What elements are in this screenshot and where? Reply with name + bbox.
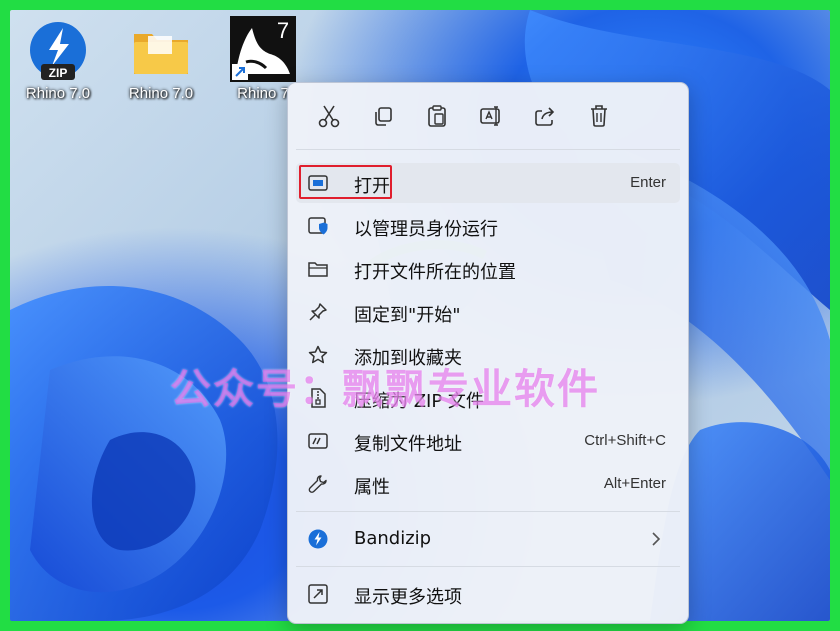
desktop-icon-label: Rhino 7.0 xyxy=(128,85,194,102)
menu-item-label: 打开 xyxy=(354,176,390,197)
menu-item-bandizip[interactable]: Bandizip xyxy=(296,519,680,559)
desktop-icon-rhino-folder[interactable]: Rhino 7.0 xyxy=(115,20,207,102)
menu-item-label: 以管理员身份运行 xyxy=(354,219,498,240)
open-window-icon xyxy=(308,175,328,191)
bandizip-icon xyxy=(308,529,328,549)
separator xyxy=(296,511,680,512)
desktop-icon-label: Rhino 7.0 xyxy=(25,85,91,102)
rename-icon xyxy=(480,106,500,126)
context-menu: 打开 Enter 以管理员身份运行 打开文件所在的位置 固定到"开始" 添加到收… xyxy=(287,82,689,624)
rhino-app-shortcut-icon: 7 xyxy=(230,16,296,82)
scissors-icon xyxy=(318,105,340,128)
paste-button[interactable] xyxy=(420,99,454,133)
menu-item-label: 复制文件地址 xyxy=(354,434,462,455)
more-options-icon xyxy=(308,584,328,604)
menu-item-properties[interactable]: 属性 Alt+Enter xyxy=(296,464,680,504)
cut-button[interactable] xyxy=(312,99,346,133)
zip-archive-icon: ZIP xyxy=(27,20,89,82)
copy-icon xyxy=(375,107,392,126)
share-button[interactable] xyxy=(528,99,562,133)
menu-item-pin-start[interactable]: 固定到"开始" xyxy=(296,292,680,332)
menu-item-show-more-options[interactable]: 显示更多选项 xyxy=(296,574,680,614)
menu-item-run-as-admin[interactable]: 以管理员身份运行 xyxy=(296,206,680,246)
copy-path-icon xyxy=(308,433,328,449)
menu-item-label: Bandizip xyxy=(354,528,432,549)
share-icon xyxy=(535,107,555,126)
svg-text:7: 7 xyxy=(277,18,289,43)
trash-icon xyxy=(591,105,607,127)
menu-item-shortcut: Ctrl+Shift+C xyxy=(584,432,666,449)
wrench-icon xyxy=(308,475,327,493)
menu-item-label: 固定到"开始" xyxy=(354,305,461,326)
folder-outline-icon xyxy=(308,262,328,277)
menu-item-shortcut: Alt+Enter xyxy=(603,475,666,492)
menu-item-shortcut: Enter xyxy=(630,174,666,191)
menu-item-label: 打开文件所在的位置 xyxy=(354,262,516,283)
menu-item-label: 属性 xyxy=(354,477,390,498)
paste-icon xyxy=(428,105,446,127)
menu-item-open[interactable]: 打开 Enter xyxy=(296,163,680,203)
desktop-icon-rhino-zip[interactable]: ZIP Rhino 7.0 xyxy=(12,20,104,102)
menu-item-copy-path[interactable]: 复制文件地址 Ctrl+Shift+C xyxy=(296,421,680,461)
shield-admin-icon xyxy=(308,217,328,235)
separator xyxy=(296,566,680,567)
chevron-right-icon xyxy=(652,532,661,546)
watermark-text: 公众号：飘飘专业软件 xyxy=(170,365,600,413)
separator xyxy=(296,149,680,150)
menu-item-label: 显示更多选项 xyxy=(354,587,462,608)
rename-button[interactable] xyxy=(474,99,508,133)
copy-button[interactable] xyxy=(366,99,400,133)
menu-item-open-location[interactable]: 打开文件所在的位置 xyxy=(296,249,680,289)
pin-icon xyxy=(309,303,327,321)
context-menu-toolbar xyxy=(288,83,688,149)
svg-text:ZIP: ZIP xyxy=(49,66,68,80)
folder-icon xyxy=(130,20,192,82)
delete-button[interactable] xyxy=(582,99,616,133)
